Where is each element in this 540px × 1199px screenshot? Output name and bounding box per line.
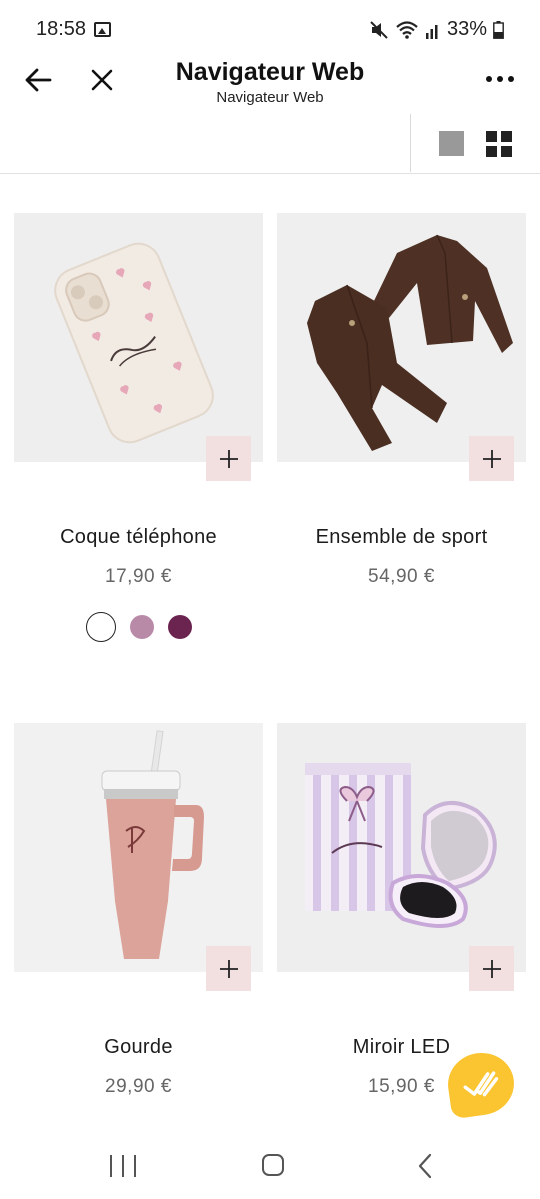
add-to-cart-button[interactable] [469,946,514,991]
status-bar: 18:58 33% [0,0,540,58]
recent-apps-icon[interactable] [110,1155,136,1177]
single-column-view-icon[interactable] [439,131,464,156]
wifi-icon [396,20,418,39]
plus-icon [482,449,501,468]
color-swatches [14,612,263,642]
product-name[interactable]: Gourde [14,1036,263,1059]
product-card[interactable]: Coque téléphone 17,90 € [14,213,263,653]
page-subtitle: Navigateur Web [216,89,324,106]
product-price: 17,90 € [105,566,172,587]
product-image-phone-case[interactable] [14,213,263,462]
grid-view-icon[interactable] [486,131,512,157]
add-to-cart-button[interactable] [206,436,251,481]
product-name[interactable]: Coque téléphone [14,526,263,549]
mute-icon [370,20,388,39]
product-price: 54,90 € [368,566,435,587]
home-icon[interactable] [262,1154,284,1176]
view-toggle-bar [0,114,540,174]
product-image-led-mirror[interactable] [277,723,526,972]
signal-icon [425,24,438,39]
product-image-sport-set[interactable] [277,213,526,462]
status-time: 18:58 [36,18,87,40]
color-swatch-white[interactable] [85,612,116,642]
add-to-cart-button[interactable] [206,946,251,991]
color-swatch-mauve[interactable] [129,615,154,639]
plus-icon [482,959,501,978]
page-title: Navigateur Web [175,58,365,86]
system-nav-bar [0,1140,540,1199]
browser-header: Navigateur Web Navigateur Web [0,58,540,114]
double-check-icon [463,1071,499,1097]
product-card[interactable]: Ensemble de sport 54,90 € [277,213,526,613]
product-image-tumbler[interactable] [14,723,263,972]
battery-percent: 33% [446,18,487,40]
gallery-icon [94,22,111,37]
more-options-icon[interactable] [484,74,516,84]
divider [410,114,411,172]
nav-back-icon[interactable] [417,1153,433,1179]
product-card[interactable]: Gourde 29,90 € [14,723,263,1123]
color-swatch-plum[interactable] [167,615,192,639]
plus-icon [219,959,238,978]
battery-icon [493,20,504,39]
add-to-cart-button[interactable] [469,436,514,481]
product-name[interactable]: Ensemble de sport [277,526,526,549]
plus-icon [219,449,238,468]
product-price: 29,90 € [105,1076,172,1097]
